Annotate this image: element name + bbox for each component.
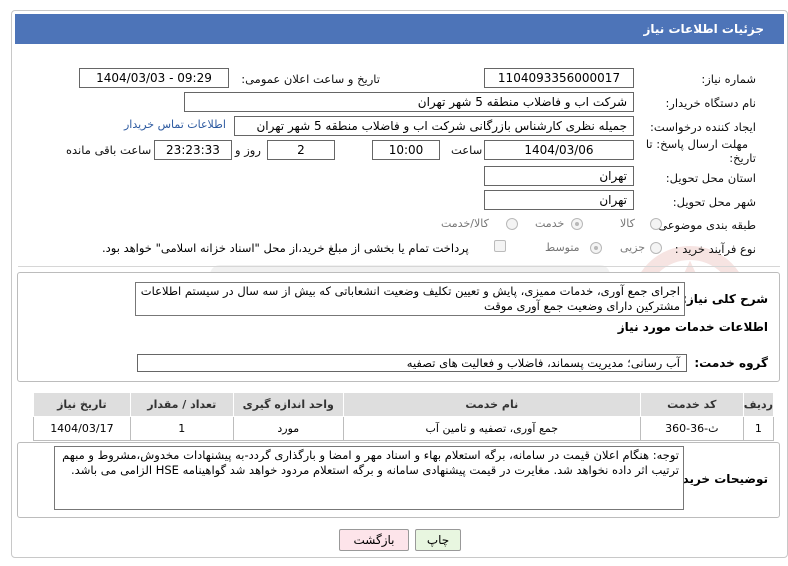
cell-code: ث-36-360 (639, 416, 744, 441)
table-row: 1 ث-36-360 جمع آوری، تصفیه و تامین آب مو… (33, 416, 775, 441)
announce-field: 1404/03/03 - 09:29 (79, 68, 229, 88)
buyer-field: شرکت اب و فاضلاب منطقه 5 شهر تهران (184, 92, 634, 112)
days-field: 2 (267, 140, 335, 160)
province-field: تهران (484, 166, 634, 186)
cell-name: جمع آوری، تصفیه و تامین آب (342, 416, 641, 441)
col-header-quantity: تعداد / مقدار (129, 392, 234, 417)
province-label: استان محل تحویل: (665, 171, 756, 185)
need-number-label: شماره نیاز: (701, 72, 756, 86)
col-header-date: تاریخ نیاز (33, 392, 131, 417)
description-textarea[interactable]: اجرای جمع آوری، خدمات ممیزی، پایش و تعیی… (135, 282, 685, 316)
category-radio-service[interactable] (571, 218, 583, 230)
services-title: اطلاعات خدمات مورد نیاز (617, 320, 768, 334)
deadline-label-date: تاریخ: (729, 151, 756, 165)
contact-buyer-link[interactable]: اطلاعات تماس خریدار (124, 118, 226, 131)
process-radio-medium[interactable] (590, 242, 602, 254)
print-button[interactable]: چاپ (415, 529, 461, 551)
creator-label: ایجاد کننده درخواست: (650, 120, 756, 134)
need-number-field: 1104093356000017 (484, 68, 634, 88)
col-header-code: کد خدمت (639, 392, 744, 417)
category-label: طبقه بندی موضوعی: (654, 218, 756, 232)
remaining-label: ساعت باقی مانده (66, 143, 152, 157)
days-label: روز و (235, 143, 261, 157)
service-group-field: آب رسانی؛ مدیریت پسماند، فاضلاب و فعالیت… (137, 354, 687, 372)
category-option-goods-service: کالا/خدمت (441, 217, 489, 230)
category-radio-goods[interactable] (650, 218, 662, 230)
cell-quantity: 1 (129, 416, 234, 441)
buyer-notes-textarea[interactable]: توجه: هنگام اعلان قیمت در سامانه، برگه ا… (54, 446, 684, 510)
deadline-time-field: 10:00 (372, 140, 440, 160)
announce-label: تاریخ و ساعت اعلان عمومی: (241, 72, 380, 86)
city-field: تهران (484, 190, 634, 210)
col-header-row: ردیف (742, 392, 775, 417)
process-option-minor: جزیی (620, 241, 646, 254)
divider (18, 266, 780, 267)
services-table: ردیف کد خدمت نام خدمت واحد اندازه گیری ت… (33, 392, 775, 441)
city-label: شهر محل تحویل: (672, 195, 756, 209)
cell-row: 1 (742, 416, 775, 441)
creator-field: جمیله نظری کارشناس بازرگانی شرکت اب و فا… (234, 116, 634, 136)
payment-note: پرداخت تمام یا بخشی از مبلغ خرید،از محل … (102, 241, 469, 255)
cell-unit: مورد (232, 416, 344, 441)
deadline-date-field: 1404/03/06 (484, 140, 634, 160)
back-button[interactable]: بازگشت (339, 529, 409, 551)
category-radio-goods-service[interactable] (506, 218, 518, 230)
process-label: نوع فرآیند خرید : (674, 242, 756, 256)
deadline-label: مهلت ارسال پاسخ: تا (645, 137, 748, 151)
col-header-name: نام خدمت (342, 392, 641, 417)
time-label: ساعت (451, 143, 483, 157)
page-header: جزئیات اطلاعات نیاز (15, 14, 784, 44)
description-label: شرح کلی نیاز: (682, 292, 768, 306)
buyer-label: نام دستگاه خریدار: (665, 96, 756, 110)
col-header-unit: واحد اندازه گیری (232, 392, 344, 417)
payment-checkbox[interactable] (494, 240, 506, 252)
cell-date: 1404/03/17 (33, 416, 131, 441)
service-group-label: گروه خدمت: (694, 356, 768, 370)
category-option-service: خدمت (535, 217, 565, 230)
category-option-goods: کالا (620, 217, 635, 230)
process-option-medium: متوسط (545, 241, 580, 254)
remaining-time-field: 23:23:33 (154, 140, 232, 160)
process-radio-minor[interactable] (650, 242, 662, 254)
